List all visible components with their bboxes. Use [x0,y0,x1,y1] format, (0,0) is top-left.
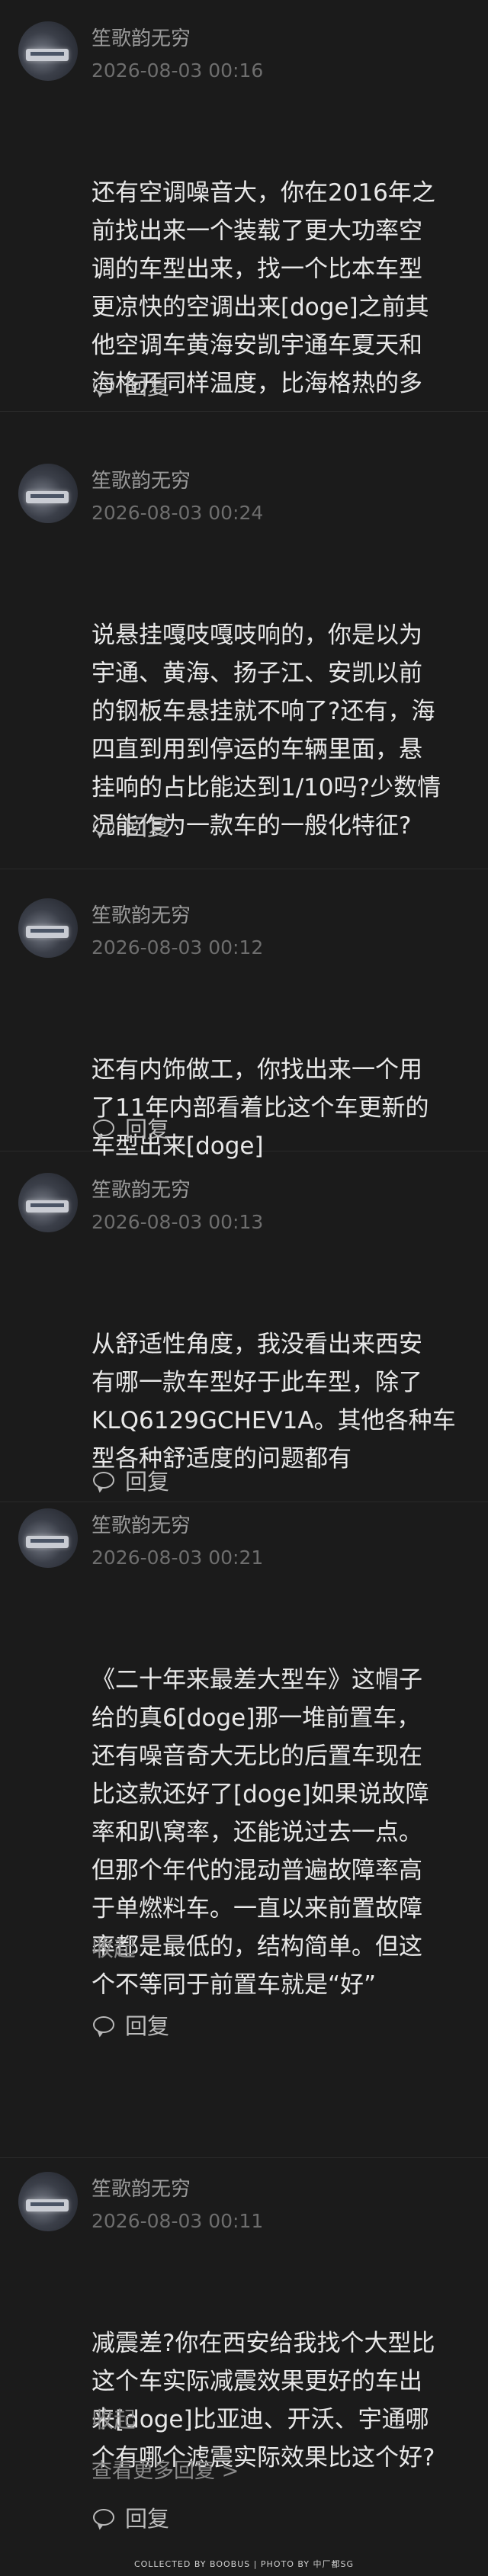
reply-label: 回复 [125,1116,170,1142]
reply-button[interactable]: 回复 [93,2495,207,2539]
author-name[interactable]: 笙歌韵无穷 [92,1174,191,1203]
bus-image [26,1200,69,1213]
comment-bubble-icon [93,2016,114,2033]
comment-bubble-icon [93,1472,114,1489]
avatar[interactable] [18,2172,78,2231]
reply-label: 回复 [125,814,170,840]
comment-time: 2026-08-03 00:24 [92,502,264,524]
author-name[interactable]: 笙歌韵无穷 [92,465,191,493]
avatar[interactable] [18,464,78,523]
reply-button[interactable]: 回复 [93,804,207,848]
comment-time: 2026-08-03 00:12 [92,936,264,959]
collapse-link[interactable]: 收起 [92,1931,136,1963]
author-name[interactable]: 笙歌韵无穷 [92,2173,191,2202]
comment-time: 2026-08-03 00:21 [92,1547,264,1569]
comment: 笙歌韵无穷 2026-08-03 00:16 还有空调噪音大，你在2016年之前… [0,0,488,412]
comment-time: 2026-08-03 00:11 [92,2210,264,2232]
reply-button[interactable]: 回复 [93,1106,207,1150]
comment-time: 2026-08-03 00:13 [92,1211,264,1233]
avatar[interactable] [18,1173,78,1232]
comment: 笙歌韵无穷 2026-08-03 00:21 《二十年来最差大型车》这帽子 给的真… [0,1487,488,2158]
bus-image [26,49,69,61]
comment-text: 说悬挂嘎吱嘎吱响的，你是以为 宇通、黄海、扬子江、安凯以前 的钢板车悬挂就不响了?还… [92,622,441,840]
reply-label: 回复 [125,374,170,400]
comment-time: 2026-08-03 00:16 [92,59,264,82]
comment-bubble-icon [93,2509,114,2526]
comment: 笙歌韵无穷 2026-08-03 00:12 还有内饰做工，你找出来一个用 了11… [0,877,488,1160]
comment-bubble-icon [93,817,114,834]
collapse-link[interactable]: 收起 [92,2402,136,2434]
watermark: COLLECTED BY BOOBUS | PHOTO BY 中厂都SG [133,2559,355,2569]
author-name[interactable]: 笙歌韵无穷 [92,23,191,51]
comment-text: 还有空调噪音大，你在2016年之 前找出来一个装载了更大功率空 调的车型出来，找一个… [92,179,435,397]
comment: 笙歌韵无穷 2026-08-03 00:11 减震差?你在西安给我找个大型比 这个… [0,2150,488,2555]
avatar[interactable] [18,21,78,81]
author-name[interactable]: 笙歌韵无穷 [92,900,191,928]
bus-image [26,1536,69,1548]
bus-image [26,2199,69,2211]
avatar[interactable] [18,898,78,958]
reply-label: 回复 [125,2013,170,2039]
comment: 笙歌韵无穷 2026-08-03 00:13 从舒适性角度，我没看出来西安 有哪一… [0,1151,488,1502]
bus-image [26,491,69,503]
reply-button[interactable]: 回复 [93,363,207,407]
bus-image [26,926,69,938]
comment-bubble-icon [93,377,114,393]
reply-label: 回复 [125,2506,170,2532]
view-more-replies-link[interactable]: 查看更多回复 > [92,2454,239,2484]
comment: 笙歌韵无穷 2026-08-03 00:24 说悬挂嘎吱嘎吱响的，你是以为 宇通、… [0,442,488,869]
comment-bubble-icon [93,1119,114,1136]
author-name[interactable]: 笙歌韵无穷 [92,1510,191,1538]
avatar[interactable] [18,1508,78,1568]
reply-button[interactable]: 回复 [93,2003,207,2047]
